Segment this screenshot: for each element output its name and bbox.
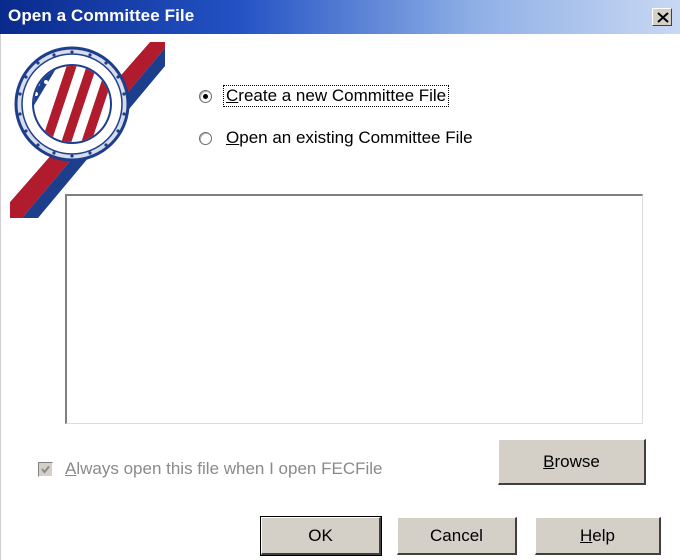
always-open-checkbox: [38, 461, 53, 477]
radio-open-existing-label[interactable]: Open an existing Committee File: [224, 128, 475, 148]
radio-create-new-label[interactable]: Create a new Committee File: [222, 85, 450, 107]
always-open-checkbox-row: Always open this file when I open FECFil…: [38, 459, 383, 479]
title-bar: Open a Committee File: [0, 0, 680, 34]
cancel-button[interactable]: Cancel: [397, 517, 517, 555]
ok-button-label: OK: [308, 525, 333, 545]
help-button-label: Help: [580, 525, 615, 545]
radio-create-new[interactable]: Create a new Committee File: [199, 84, 450, 108]
radio-open-existing[interactable]: Open an existing Committee File: [199, 126, 475, 150]
fec-seal-logo: [10, 42, 165, 218]
help-button[interactable]: Help: [535, 517, 661, 555]
close-button[interactable]: [652, 8, 672, 26]
radio-button-selected[interactable]: [199, 89, 212, 103]
browse-button-label: Browse: [543, 451, 600, 471]
radio-button-unselected[interactable]: [199, 131, 212, 145]
checkmark-icon: [41, 465, 50, 474]
window-title: Open a Committee File: [8, 6, 195, 25]
cancel-button-label: Cancel: [430, 525, 483, 545]
always-open-label: Always open this file when I open FECFil…: [65, 459, 383, 478]
browse-button[interactable]: Browse: [498, 439, 646, 485]
committee-file-list[interactable]: [65, 194, 643, 424]
close-icon: [657, 12, 669, 23]
ok-button[interactable]: OK: [260, 516, 382, 556]
